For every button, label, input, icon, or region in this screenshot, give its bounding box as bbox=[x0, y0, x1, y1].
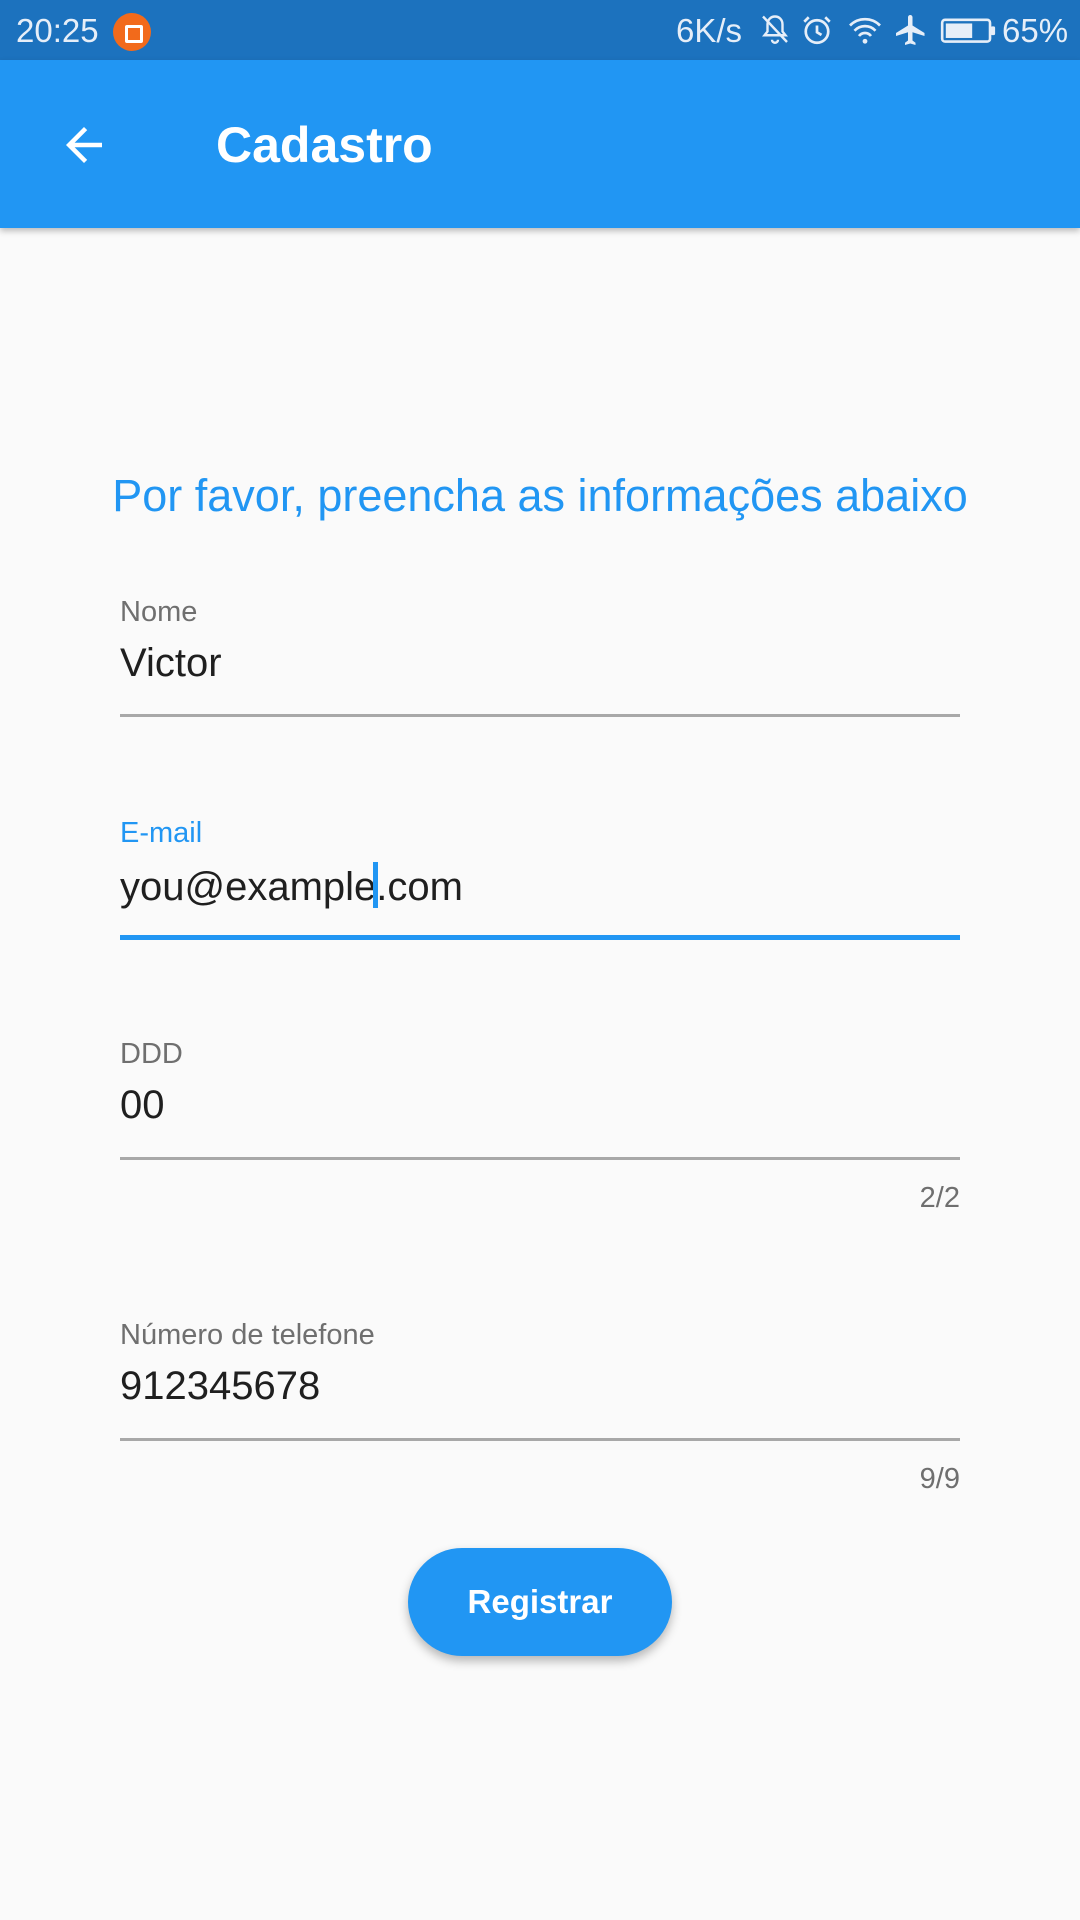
name-field[interactable]: Nome Victor bbox=[120, 596, 960, 717]
ddd-label: DDD bbox=[120, 1038, 183, 1070]
battery-percent: 65% bbox=[1002, 12, 1069, 49]
notification-app-icon bbox=[113, 13, 151, 51]
email-input[interactable]: you@example.com bbox=[120, 862, 960, 910]
intro-text: Por favor, preencha as informações abaix… bbox=[112, 470, 968, 521]
alarm-icon bbox=[803, 16, 831, 45]
email-label: E-mail bbox=[120, 817, 203, 849]
status-time: 20:25 bbox=[16, 12, 99, 49]
phone-underline bbox=[120, 1438, 960, 1441]
status-bar: 20:25 6K/s 65% bbox=[0, 0, 1080, 60]
ddd-char-counter: 2/2 bbox=[919, 1182, 960, 1214]
name-underline bbox=[120, 714, 960, 717]
ddd-input[interactable]: 00 bbox=[120, 1083, 960, 1131]
back-button[interactable] bbox=[44, 110, 124, 180]
arrow-back-icon bbox=[66, 127, 102, 163]
phone-input[interactable]: 912345678 bbox=[120, 1364, 960, 1412]
phone-char-counter: 9/9 bbox=[919, 1463, 960, 1495]
register-button[interactable]: Registrar bbox=[408, 1548, 672, 1656]
ddd-underline bbox=[120, 1157, 960, 1160]
phone-field[interactable]: Número de telefone 912345678 9/9 bbox=[120, 1319, 960, 1495]
email-field[interactable]: E-mail you@example.com bbox=[120, 817, 960, 940]
email-text-before-cursor: you@example bbox=[120, 865, 377, 909]
email-text-after-cursor: .com bbox=[376, 865, 463, 909]
page-title: Cadastro bbox=[216, 117, 433, 173]
ddd-field[interactable]: DDD 00 2/2 bbox=[120, 1038, 960, 1214]
wifi-icon bbox=[849, 17, 881, 44]
name-input[interactable]: Victor bbox=[120, 641, 960, 689]
battery-icon bbox=[940, 18, 996, 43]
network-speed: 6K/s bbox=[676, 12, 743, 49]
name-label: Nome bbox=[120, 596, 198, 628]
airplane-icon bbox=[896, 15, 925, 45]
email-underline bbox=[120, 935, 960, 940]
bell-off-icon bbox=[762, 15, 788, 44]
app-bar: Cadastro bbox=[0, 60, 1080, 228]
phone-label: Número de telefone bbox=[120, 1319, 375, 1351]
